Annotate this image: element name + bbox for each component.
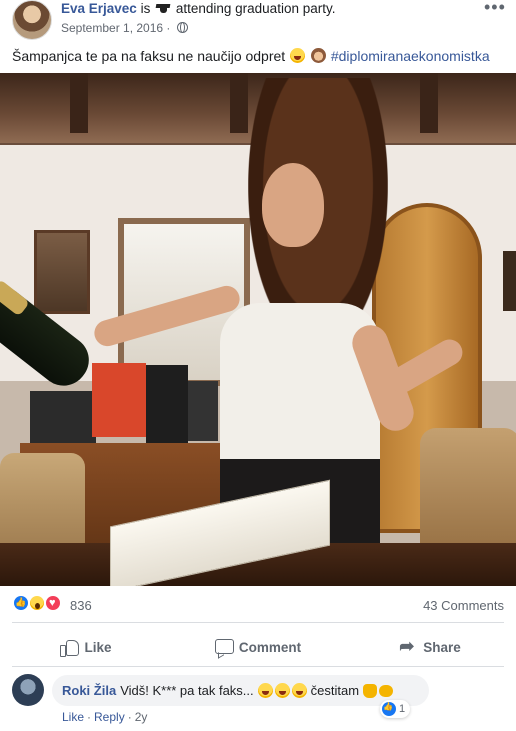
graduation-cap-icon (156, 4, 170, 14)
laughing-emoji-icon (291, 682, 307, 698)
share-button-label: Share (423, 639, 461, 655)
share-button[interactable]: Share (344, 630, 516, 664)
like-reaction-icon[interactable] (12, 594, 30, 612)
photo-bag (30, 391, 96, 443)
separator: · (127, 710, 132, 724)
is-text: is (140, 1, 151, 16)
post-timestamp: September 1, 2016 · (61, 21, 188, 35)
caption-text: Šampanjca te pa na faksu ne naučijo odpr… (12, 48, 286, 64)
laughing-emoji-icon (257, 682, 273, 698)
victory-hand-icon (363, 683, 378, 698)
reaction-count[interactable]: 836 (70, 598, 92, 613)
divider (12, 622, 504, 623)
header-line: Eva Erjavec is attending graduation part… (61, 1, 335, 16)
comment-icon (214, 639, 234, 655)
post-date[interactable]: September 1, 2016 · (61, 21, 170, 35)
share-icon (399, 636, 417, 657)
laughing-emoji-icon (290, 48, 306, 63)
comment-bubble: Roki Žila Vidš! K*** pa tak faks... čest… (52, 675, 430, 706)
comment-like-link[interactable]: Like (62, 710, 84, 724)
comment-count[interactable]: 43 Comments (423, 598, 504, 613)
author-avatar[interactable] (12, 0, 52, 40)
photo-beam (420, 73, 438, 133)
love-reaction-icon[interactable] (44, 594, 62, 612)
reactions-bar: 836 43 Comments (0, 594, 516, 618)
laughing-emoji-icon (274, 682, 290, 698)
photo-bag (146, 365, 188, 443)
commenter-avatar[interactable] (12, 674, 44, 706)
comment-age[interactable]: 2y (135, 710, 148, 724)
photo-painting (503, 251, 516, 311)
wow-reaction-icon[interactable] (28, 594, 46, 612)
like-reaction-icon (382, 702, 396, 716)
activity-text: attending graduation party. (175, 1, 336, 16)
commenter-name[interactable]: Roki Žila (62, 683, 116, 698)
comment-reply-link[interactable]: Reply (94, 710, 125, 724)
comment-reaction-count: 1 (399, 703, 406, 715)
clapping-hands-icon (379, 684, 394, 697)
comment-suffix: čestitam (310, 683, 360, 698)
comment-button-label: Comment (238, 639, 302, 655)
thumbs-up-icon (60, 639, 80, 657)
separator: · (87, 710, 92, 724)
post-header: Eva Erjavec is attending graduation part… (0, 0, 516, 42)
globe-icon[interactable] (176, 22, 188, 33)
comment-item: Roki Žila Vidš! K*** pa tak faks... čest… (0, 674, 516, 731)
comment-button[interactable]: Comment (172, 630, 344, 664)
like-button-label: Like (84, 639, 112, 655)
comment-emojis (257, 682, 308, 699)
post-caption: Šampanjca te pa na faksu ne naučijo odpr… (12, 48, 490, 64)
photo-beam (70, 73, 88, 133)
photo-bag (188, 381, 218, 441)
comment-reaction-badge[interactable]: 1 (380, 700, 411, 718)
post-photo[interactable] (0, 73, 516, 586)
post-actions: Like Comment Share (0, 630, 516, 664)
more-options-icon[interactable]: ••• (484, 0, 506, 16)
like-button[interactable]: Like (0, 630, 172, 664)
hashtag-link[interactable]: #diplomiranaekonomistka (331, 48, 490, 64)
divider (12, 666, 504, 667)
photo-person-face (262, 163, 324, 247)
photo-beam (230, 73, 248, 133)
author-name[interactable]: Eva Erjavec (61, 1, 137, 16)
photo-painting (34, 230, 90, 314)
comment-text: Vidš! K*** pa tak faks... (120, 683, 254, 698)
photo-bag (92, 363, 146, 437)
comment-meta: Like · Reply · 2y (62, 710, 147, 724)
see-no-evil-monkey-icon (310, 48, 326, 63)
